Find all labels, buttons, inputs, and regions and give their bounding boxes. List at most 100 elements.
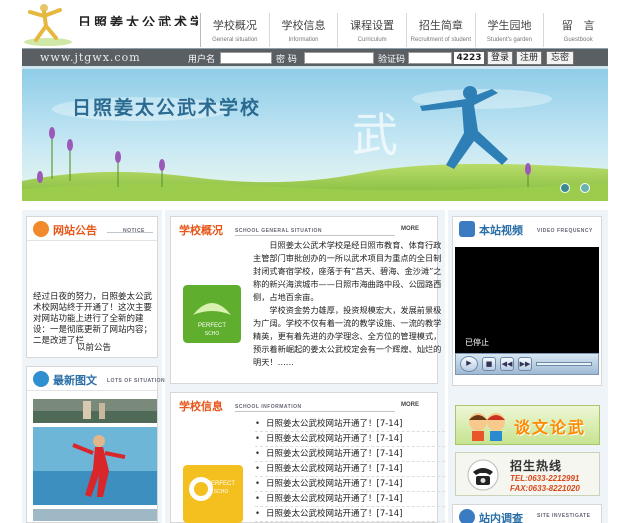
news-list-item[interactable]: 日照姜太公武校网站开通了！[7-14] <box>255 507 445 522</box>
fast-forward-icon[interactable]: ▶▶ <box>518 357 532 371</box>
header-rule <box>235 411 395 412</box>
password-label: 密 码 <box>276 55 297 65</box>
nav-label: 学校信息 <box>281 19 326 32</box>
banner-scenery: 武 <box>22 69 608 201</box>
overview-paragraph-2: 学校资金势力雄厚，投资规模宏大，发展前景极为广阔。学校不仅有着一流的教学设施、一… <box>253 305 442 367</box>
captcha-label: 验证码 <box>378 55 406 65</box>
photos-header: 最新图文 LOTS OF SITUATION <box>27 367 165 391</box>
survey-title: 站内调查 <box>479 512 523 523</box>
news-list-item[interactable]: 日照姜太公武校网站开通了！[7-14] <box>255 447 445 462</box>
martial-artist-logo-icon <box>24 4 72 46</box>
nav-sublabel: Information <box>288 37 319 43</box>
stop-icon[interactable]: ■ <box>482 357 496 371</box>
video-controls: ▶ ■ ◀◀ ▶▶ <box>455 353 599 375</box>
notice-house-icon <box>33 221 49 237</box>
nav-recruitment[interactable]: 招生简章 Recruitment of student <box>406 13 475 47</box>
banner-title: 日照姜太公武术学校 <box>72 97 262 119</box>
smile-badge-icon: PERFECT SCHO <box>183 465 243 523</box>
register-button[interactable]: 注册 <box>516 51 542 65</box>
video-status-text: 已停止 <box>465 338 489 347</box>
latest-photos-panel: 最新图文 LOTS OF SITUATION <box>26 366 165 523</box>
nav-sublabel: Guestbook <box>563 37 593 43</box>
hotline-fax: FAX:0633-8221020 <box>510 484 580 493</box>
badge-text: PERFECT <box>207 481 235 487</box>
hotline-tel: TEL:0633-2212991 <box>510 474 580 483</box>
news-list-item[interactable]: 日照姜太公武校网站开通了！[7-14] <box>255 432 445 447</box>
photos-subtitle: LOTS OF SITUATION <box>107 378 166 384</box>
info-title: 学校信息 <box>179 400 223 413</box>
forum-banner-text: 谈文论武 <box>514 418 587 437</box>
password-input[interactable] <box>304 52 374 64</box>
nav-information[interactable]: 学校信息 Information <box>268 13 338 47</box>
school-name-header: 日照姜太公武术学校 <box>78 16 198 26</box>
video-title: 本站视频 <box>479 224 523 237</box>
nav-guestbook[interactable]: 留 言 Guestbook <box>543 13 612 47</box>
video-seek-bar[interactable] <box>536 362 592 366</box>
notice-panel: 网站公告 NOTICE 经过日夜的努力，日照姜太公武术校网站终于开通了！这次主要… <box>26 216 158 358</box>
children-illustration-icon <box>469 413 505 441</box>
nav-sublabel: General situation <box>212 37 258 43</box>
survey-subtitle: SITE INVESTIGATE <box>537 513 591 519</box>
username-input[interactable] <box>220 52 272 64</box>
badge-text: SCHO <box>205 331 220 337</box>
overview-title: 学校概况 <box>179 224 223 237</box>
captcha-image: 4223 <box>454 52 484 64</box>
header-rule <box>235 235 395 236</box>
notice-text: 经过日夜的努力，日照姜太公武术校网站终于开通了！这次主要对网站功能上进行了全新的… <box>33 292 153 346</box>
previous-notices-link[interactable]: 以前公告 <box>77 341 111 353</box>
nav-sublabel: Student's garden <box>486 37 533 43</box>
news-list-item[interactable]: 日照姜太公武校网站开通了！[7-14] <box>255 417 445 432</box>
site-url: www.jtgwx.com <box>40 51 141 64</box>
photo-thumbnail-2[interactable] <box>33 427 157 505</box>
banner-slide-dot-1[interactable] <box>560 183 570 193</box>
notice-header: 网站公告 NOTICE <box>27 217 157 241</box>
forgot-password-button[interactable]: 忘密 <box>546 51 574 65</box>
nav-label: 留 言 <box>561 19 595 32</box>
survey-icon <box>459 509 475 523</box>
news-list-item[interactable]: 日照姜太公武校网站开通了！[7-14] <box>255 477 445 492</box>
info-more-link[interactable]: MORE <box>401 402 419 408</box>
forum-banner[interactable]: 谈文论武 <box>455 405 600 445</box>
nav-general-situation[interactable]: 学校概况 General situation <box>200 13 269 47</box>
video-subtitle: VIDEO FREQUENCY <box>537 228 593 234</box>
school-overview-panel: 学校概况 SCHOOL GENERAL SITUATION MORE PERFE… <box>170 216 442 384</box>
main-navigation: 学校概况 General situation 学校信息 Information … <box>200 13 612 47</box>
news-list-item[interactable]: 日照姜太公武校网站开通了！[7-14] <box>255 492 445 507</box>
school-information-panel: 学校信息 SCHOOL INFORMATION MORE PERFECT SCH… <box>170 392 445 523</box>
nav-label: 学生园地 <box>487 19 532 32</box>
banner-slide-dot-2[interactable] <box>580 183 590 193</box>
rewind-icon[interactable]: ◀◀ <box>500 357 514 371</box>
overview-paragraph-1: 日照姜太公武术学校是经日照市教育、体育行政主管部门审批创办的一所以武术项目为重点… <box>253 240 442 302</box>
site-survey-panel: 站内调查 SITE INVESTIGATE <box>452 504 602 523</box>
hero-banner: 武 日照姜太公武术学校 <box>22 66 608 201</box>
site-header: 日照姜太公武术学校 学校概况 General situation 学校信息 In… <box>0 0 624 48</box>
overview-more-link[interactable]: MORE <box>401 226 419 232</box>
overview-text: 日照姜太公武术学校是经日照市教育、体育行政主管部门审批创办的一所以武术项目为重点… <box>253 239 443 369</box>
notice-title: 网站公告 <box>53 224 97 237</box>
username-label: 用户名 <box>188 55 216 65</box>
play-icon[interactable]: ▶ <box>460 356 478 372</box>
nav-students-garden[interactable]: 学生园地 Student's garden <box>474 13 544 47</box>
login-button[interactable]: 登录 <box>487 51 513 65</box>
photos-globe-icon <box>33 371 49 387</box>
nav-label: 课程设置 <box>350 19 395 32</box>
nav-sublabel: Curriculum <box>357 37 387 43</box>
info-subtitle: SCHOOL INFORMATION <box>235 404 302 410</box>
overview-header: 学校概况 SCHOOL GENERAL SITUATION MORE <box>171 217 437 241</box>
admissions-hotline: 招生热线 TEL:0633-2212991 FAX:0633-8221020 <box>455 452 600 496</box>
news-list: 日照姜太公武校网站开通了！[7-14] 日照姜太公武校网站开通了！[7-14] … <box>255 417 445 522</box>
nav-sublabel: Recruitment of student <box>410 37 472 43</box>
telephone-icon <box>467 459 499 491</box>
leaf-badge-icon: PERFECT SCHO <box>183 285 241 343</box>
captcha-input[interactable] <box>408 52 452 64</box>
news-list-item[interactable]: 日照姜太公武校网站开通了！[7-14] <box>255 462 445 477</box>
photo-thumbnail-1[interactable] <box>33 399 157 423</box>
photo-thumbnail-3[interactable] <box>33 509 157 521</box>
video-monitor-icon <box>459 221 475 237</box>
nav-curriculum[interactable]: 课程设置 Curriculum <box>337 13 406 47</box>
photos-title: 最新图文 <box>53 374 97 387</box>
nav-label: 招生简章 <box>418 19 463 32</box>
video-player[interactable]: 已停止 <box>455 247 599 353</box>
notice-subtitle: NOTICE <box>123 228 145 234</box>
login-bar: www.jtgwx.com 用户名 密 码 验证码 4223 登录 注册 忘密 <box>22 48 608 66</box>
